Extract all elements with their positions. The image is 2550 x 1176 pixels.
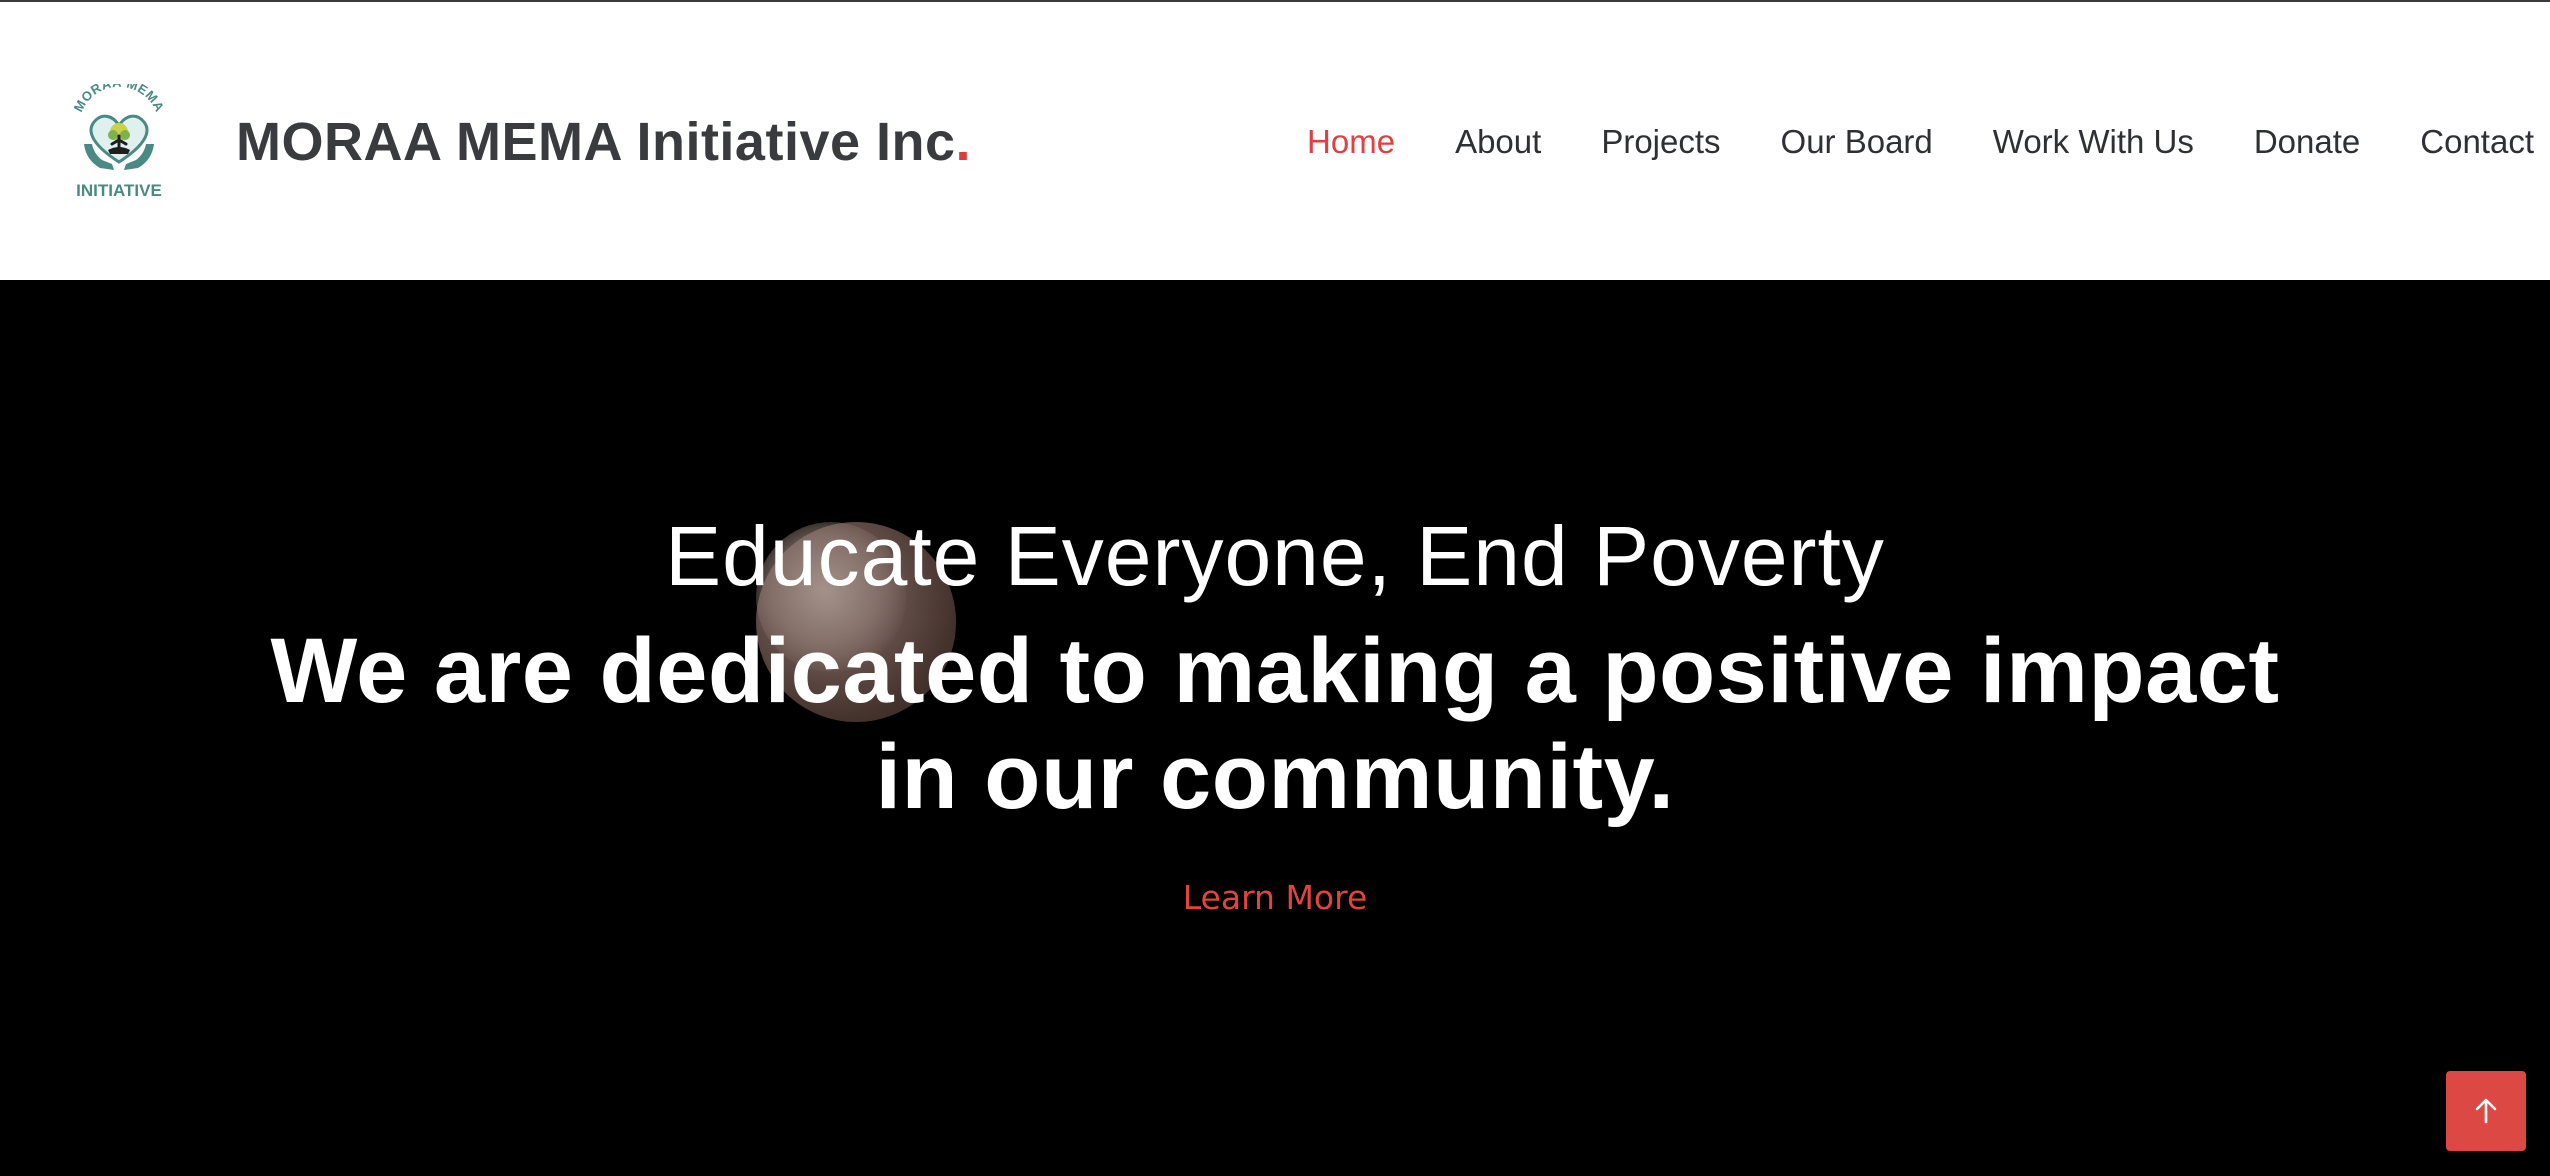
nav-item-home[interactable]: Home	[1307, 123, 1395, 161]
site-header: MORAA MEMA INITIATIVE MORAA MEMA Initiat…	[0, 0, 2550, 280]
arrow-up-icon	[2475, 1098, 2497, 1124]
brand-dot: .	[955, 112, 972, 172]
page: MORAA MEMA INITIATIVE MORAA MEMA Initiat…	[0, 0, 2550, 1176]
nav-item-our-board[interactable]: Our Board	[1781, 123, 1933, 161]
nav-item-projects[interactable]: Projects	[1601, 123, 1720, 161]
nav-item-donate[interactable]: Donate	[2254, 123, 2360, 161]
brand-name-text: MORAA MEMA Initiative Inc	[236, 112, 956, 172]
logo-top-text: MORAA MEMA	[71, 75, 167, 115]
site-logo[interactable]: MORAA MEMA INITIATIVE	[64, 75, 174, 202]
nav-item-about[interactable]: About	[1455, 123, 1541, 161]
heart-hands-logo-icon: MORAA MEMA INITIATIVE	[71, 75, 168, 200]
nav-item-work-with-us[interactable]: Work With Us	[1993, 123, 2194, 161]
main-nav: Home About Projects Our Board Work With …	[1307, 112, 2534, 172]
hero-subtitle: Educate Everyone, End Poverty	[665, 509, 1885, 603]
back-to-top-button[interactable]	[2446, 1071, 2526, 1151]
hero-title-line-1: We are dedicated to making a positive im…	[270, 620, 2280, 722]
hero-title: We are dedicated to making a positive im…	[150, 618, 2400, 830]
hero-title-line-2: in our community.	[875, 726, 1675, 828]
logo-bottom-text: INITIATIVE	[76, 181, 162, 200]
hero-section: Educate Everyone, End Poverty We are ded…	[0, 280, 2550, 1176]
nav-item-contact[interactable]: Contact	[2420, 123, 2534, 161]
brand-name[interactable]: MORAA MEMA Initiative Inc.	[236, 108, 971, 176]
learn-more-link[interactable]: Learn More	[0, 876, 2550, 920]
svg-text:MORAA MEMA: MORAA MEMA	[71, 84, 168, 114]
